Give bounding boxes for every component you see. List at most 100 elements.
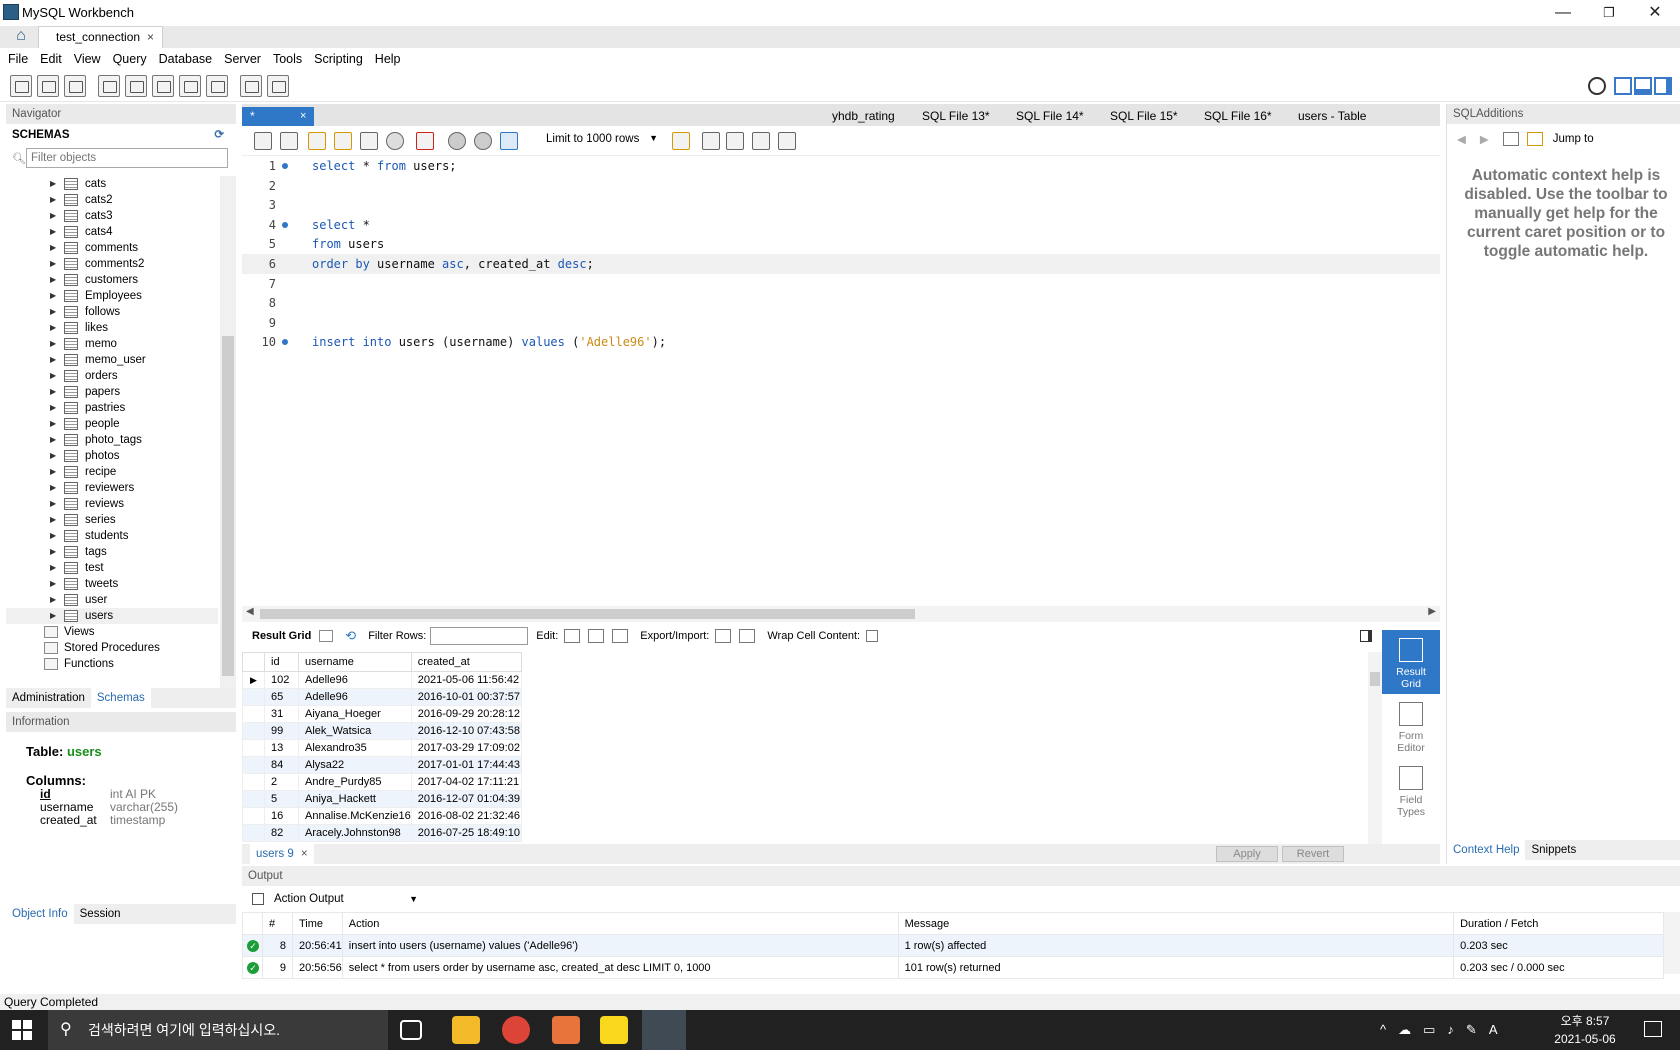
action-output-select[interactable]: Action Output ▼ xyxy=(248,890,418,908)
expand-arrow-icon[interactable]: ▶ xyxy=(50,256,60,272)
minimize-button[interactable]: — xyxy=(1540,0,1586,26)
beautify-icon[interactable] xyxy=(702,132,720,150)
schema-table-item[interactable]: ▶ user xyxy=(6,592,218,608)
table-cell[interactable]: 2 xyxy=(264,773,299,791)
result-grid[interactable]: id username created_at ▶ 102 Adelle96 2021-05… xyxy=(242,652,1332,844)
settings-gear-icon[interactable] xyxy=(1588,76,1606,95)
tab-active-query[interactable]: * × xyxy=(242,107,314,126)
table-cell[interactable]: 99 xyxy=(264,722,299,740)
execute-lightning-icon[interactable] xyxy=(308,132,326,150)
table-cell[interactable]: Andre_Purdy85 xyxy=(298,773,412,791)
clock[interactable]: 오후 8:57 2021-05-06 xyxy=(1550,1012,1620,1048)
table-row[interactable]: 84 Alysa22 2017-01-01 17:44:43 xyxy=(242,756,522,774)
expand-arrow-icon[interactable]: ▶ xyxy=(50,336,60,352)
limit-rows-select[interactable]: Limit to 1000 rows ▼ xyxy=(546,133,658,149)
forward-icon[interactable]: ▶ xyxy=(1480,132,1489,146)
schema-table-item[interactable]: ▶ test xyxy=(6,560,218,576)
row-header[interactable] xyxy=(242,705,265,723)
filter-rows-input[interactable] xyxy=(430,627,529,645)
menu-file[interactable]: File xyxy=(8,48,28,70)
schema-folder-item[interactable]: Functions xyxy=(6,656,218,672)
expand-arrow-icon[interactable]: ▶ xyxy=(50,464,60,480)
row-header[interactable] xyxy=(242,739,265,757)
save-file-icon[interactable] xyxy=(280,132,298,150)
task-view-icon[interactable] xyxy=(400,1020,422,1040)
table-cell[interactable]: 2016-12-10 07:43:58 xyxy=(410,722,522,740)
menu-database[interactable]: Database xyxy=(159,48,213,70)
network-icon[interactable]: ☁ xyxy=(1398,1022,1411,1038)
pen-icon[interactable]: ✎ xyxy=(1466,1022,1477,1038)
row-header[interactable] xyxy=(242,773,265,791)
add-snippet-icon[interactable] xyxy=(672,132,690,150)
toggle-output-icon[interactable] xyxy=(1634,76,1652,95)
reconnect-icon[interactable] xyxy=(267,74,289,97)
open-file-icon[interactable] xyxy=(254,132,272,150)
table-cell[interactable]: 31 xyxy=(264,705,299,723)
table-row[interactable]: 2 Andre_Purdy85 2017-04-02 17:11:21 xyxy=(242,773,522,791)
column-header-username[interactable]: username xyxy=(298,652,412,672)
expand-arrow-icon[interactable]: ▶ xyxy=(50,496,60,512)
column-header-id[interactable]: id xyxy=(264,652,299,672)
output-column-header[interactable]: Action xyxy=(341,912,899,935)
table-cell[interactable]: 2017-03-29 17:09:02 xyxy=(410,739,522,757)
expand-arrow-icon[interactable]: ▶ xyxy=(50,560,60,576)
schema-table-item[interactable]: ▶ tweets xyxy=(6,576,218,592)
expand-arrow-icon[interactable]: ▶ xyxy=(50,400,60,416)
commit-icon[interactable] xyxy=(448,132,466,150)
expand-arrow-icon[interactable]: ▶ xyxy=(50,528,60,544)
expand-arrow-icon[interactable]: ▶ xyxy=(50,544,60,560)
close-tab-icon[interactable]: × xyxy=(300,107,306,125)
tab-schemas[interactable]: Schemas xyxy=(90,688,151,708)
row-header[interactable] xyxy=(242,807,265,825)
output-column-header[interactable]: Message xyxy=(897,912,1455,935)
schema-table-item[interactable]: ▶ photo_tags xyxy=(6,432,218,448)
expand-arrow-icon[interactable]: ▶ xyxy=(50,592,60,608)
menu-view[interactable]: View xyxy=(74,48,101,70)
row-header[interactable] xyxy=(242,722,265,740)
add-row-icon[interactable] xyxy=(588,629,605,643)
table-row[interactable]: ▶ 102 Adelle96 2021-05-06 11:56:42 xyxy=(242,671,522,689)
code-line[interactable]: 7 xyxy=(242,274,1440,294)
tab-context-help[interactable]: Context Help xyxy=(1447,840,1526,860)
expand-arrow-icon[interactable]: ▶ xyxy=(50,368,60,384)
close-window-button[interactable]: ✕ xyxy=(1632,0,1678,26)
schema-table-item[interactable]: ▶ pastries xyxy=(6,400,218,416)
toggle-secondary-sidebar-icon[interactable] xyxy=(1654,76,1672,95)
row-header[interactable] xyxy=(242,790,265,808)
code-line[interactable]: 10 insert into users (username) values ('… xyxy=(242,332,1440,352)
schema-table-item[interactable]: ▶ reviewers xyxy=(6,480,218,496)
tab-sql-file-16[interactable]: SQL File 16* xyxy=(1204,107,1272,125)
refresh-grid-icon[interactable]: ⟲ xyxy=(345,628,356,644)
row-header[interactable]: ▶ xyxy=(242,671,265,689)
grid-layout-icon[interactable] xyxy=(319,630,334,642)
volume-icon[interactable]: ♪ xyxy=(1447,1022,1454,1038)
revert-button[interactable]: Revert xyxy=(1282,846,1344,862)
table-cell[interactable]: 2016-12-07 01:04:39 xyxy=(410,790,522,808)
chrome-icon[interactable] xyxy=(502,1016,530,1044)
table-row[interactable]: 13 Alexandro35 2017-03-29 17:09:02 xyxy=(242,739,522,757)
manual-help-icon[interactable] xyxy=(1502,132,1519,146)
schema-folder-item[interactable]: Views xyxy=(6,624,218,640)
menu-query[interactable]: Query xyxy=(113,48,147,70)
table-row[interactable]: 82 Aracely.Johnston98 2016-07-25 18:49:10 xyxy=(242,824,522,842)
row-header[interactable] xyxy=(242,688,265,706)
table-row[interactable]: 99 Alek_Watsica 2016-12-10 07:43:58 xyxy=(242,722,522,740)
menu-scripting[interactable]: Scripting xyxy=(314,48,363,70)
result-grid-button[interactable]: Result Grid xyxy=(1382,630,1440,694)
menu-help[interactable]: Help xyxy=(375,48,401,70)
table-cell[interactable]: Alek_Watsica xyxy=(298,722,412,740)
row-header[interactable] xyxy=(242,824,265,842)
table-cell[interactable]: 82 xyxy=(264,824,299,842)
expand-arrow-icon[interactable]: ▶ xyxy=(50,176,60,192)
menu-server[interactable]: Server xyxy=(224,48,261,70)
table-cell[interactable]: 102 xyxy=(264,671,299,689)
close-tab-icon[interactable]: × xyxy=(147,27,154,48)
schema-table-item[interactable]: ▶ comments2 xyxy=(6,256,218,272)
code-line[interactable]: 5 from users xyxy=(242,234,1440,254)
create-view-icon[interactable] xyxy=(152,74,174,97)
code-line[interactable]: 4 select * xyxy=(242,215,1440,235)
scroll-left-icon[interactable]: ◀ xyxy=(246,606,254,617)
output-column-header[interactable]: Duration / Fetch xyxy=(1453,912,1664,935)
schema-table-item[interactable]: ▶ orders xyxy=(6,368,218,384)
wrap-cell-icon[interactable] xyxy=(866,630,879,642)
